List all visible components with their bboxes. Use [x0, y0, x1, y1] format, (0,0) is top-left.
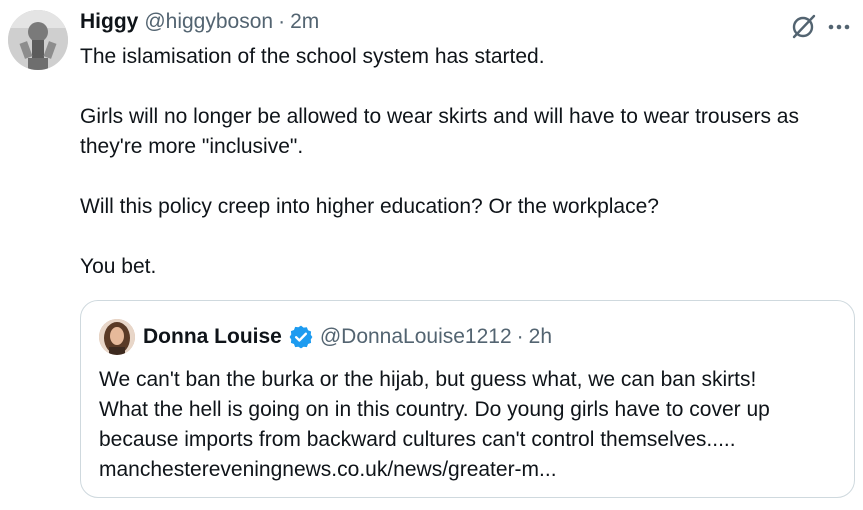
post-paragraph: Girls will no longer be allowed to wear … — [80, 105, 799, 158]
post-paragraph: Will this policy creep into higher educa… — [80, 195, 659, 218]
quote-author-handle: @DonnaLouise1212 — [319, 325, 512, 348]
timestamp[interactable]: 2m — [290, 10, 319, 34]
avatar[interactable] — [8, 10, 68, 70]
quote-line: because imports from backward cultures c… — [99, 428, 736, 451]
post-paragraph: You bet. — [80, 255, 157, 278]
quote-avatar-image — [99, 319, 135, 355]
quote-avatar — [99, 319, 135, 355]
separator-dot: · — [516, 325, 524, 348]
author-handle[interactable]: @higgyboson — [144, 10, 273, 34]
separator-dot: · — [278, 10, 286, 33]
quote-author-name: Donna Louise — [143, 325, 282, 348]
author-name[interactable]: Higgy — [80, 10, 138, 34]
quote-line: We can't ban the burka or the hijab, but… — [99, 368, 757, 391]
quote-timestamp: 2h — [528, 325, 553, 348]
more-icon[interactable] — [824, 12, 854, 40]
quote-header: Donna Louise @DonnaLouise1212 · 2h — [143, 323, 552, 351]
post-header: Higgy @higgyboson · 2m — [80, 10, 319, 36]
quote-card[interactable]: Donna Louise @DonnaLouise1212 · 2h We ca… — [80, 300, 855, 498]
avatar-image — [8, 10, 68, 70]
post-text: The islamisation of the school system ha… — [80, 42, 850, 282]
quote-link[interactable]: manchestereveningnews.co.uk/news/greater… — [99, 455, 844, 485]
grok-icon[interactable] — [790, 12, 818, 40]
verified-badge-icon — [288, 324, 314, 350]
quote-text: We can't ban the burka or the hijab, but… — [99, 365, 844, 485]
quote-line: What the hell is going on in this countr… — [99, 398, 770, 421]
tweet: Higgy @higgyboson · 2m The islamisation … — [0, 0, 863, 510]
post-paragraph: The islamisation of the school system ha… — [80, 45, 545, 68]
